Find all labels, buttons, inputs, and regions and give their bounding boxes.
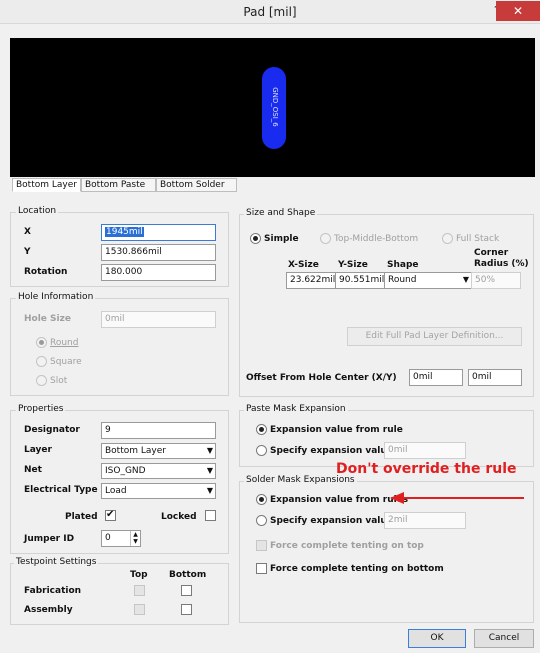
offset-x-field[interactable]: 0mil (409, 369, 463, 386)
tent-bottom-checkbox[interactable] (256, 563, 267, 574)
chevron-down-icon: ▼ (462, 275, 469, 284)
hole-size-field[interactable]: 0mil (101, 311, 216, 328)
full-stack-label: Full Stack (456, 234, 500, 244)
x-field[interactable]: 1945mil (101, 224, 216, 241)
net-select-value: ISO_GND (105, 466, 146, 476)
paste-specify-radio[interactable] (256, 445, 267, 456)
size-shape-title: Size and Shape (244, 208, 318, 219)
solder-specify-field[interactable]: 2mil (384, 512, 466, 529)
checkmark-icon: ✔ (106, 509, 115, 520)
hole-size-label: Hole Size (24, 314, 71, 324)
electrical-type-value: Load (105, 486, 127, 496)
location-title: Location (16, 206, 59, 217)
y-label: Y (24, 247, 31, 257)
shape-select[interactable]: Round ▼ (384, 272, 472, 289)
electrical-type-label: Electrical Type (24, 485, 98, 495)
annotation-text: Don't override the rule (336, 461, 517, 477)
tent-top-label: Force complete tenting on top (270, 541, 424, 551)
y-field[interactable]: 1530.866mil (101, 244, 216, 261)
solder-specify-radio[interactable] (256, 515, 267, 526)
properties-title: Properties (16, 404, 66, 415)
paste-specify-label: Specify expansion value (270, 446, 393, 456)
close-button[interactable]: ✕ (496, 1, 540, 21)
pad-net-label: GND_OSI_6 (271, 87, 279, 127)
simple-label: Simple (264, 234, 299, 244)
layer-label: Layer (24, 445, 52, 455)
testpoint-col-bottom: Bottom (169, 570, 207, 580)
designator-field[interactable]: 9 (101, 422, 216, 439)
locked-label: Locked (161, 512, 197, 522)
xsize-header: X-Size (288, 260, 319, 270)
hole-square-radio[interactable] (36, 356, 47, 367)
plated-checkbox[interactable]: ✔ (105, 509, 116, 521)
jumper-spinner[interactable]: ▲ ▼ (130, 531, 140, 546)
tab-bottom-paste[interactable]: Bottom Paste (81, 178, 156, 192)
jumper-id-label: Jumper ID (24, 534, 75, 544)
ok-button[interactable]: OK (408, 629, 466, 648)
cancel-button[interactable]: Cancel (474, 629, 534, 648)
chevron-down-icon: ▼ (206, 466, 213, 475)
hole-round-label: Round (50, 338, 79, 348)
corner-radius-field[interactable]: 50% (471, 272, 521, 289)
full-stack-radio[interactable] (442, 233, 453, 244)
assembly-top-checkbox[interactable] (134, 604, 145, 615)
spin-up-icon: ▲ (133, 531, 138, 538)
shape-select-value: Round (388, 275, 417, 285)
net-label: Net (24, 465, 42, 475)
chevron-down-icon: ▼ (206, 446, 213, 455)
corner-radius-header: Corner Radius (%) (474, 248, 529, 269)
spin-down-icon: ▼ (133, 538, 138, 545)
solder-rules-radio[interactable] (256, 494, 267, 505)
locked-checkbox[interactable] (205, 510, 216, 521)
x-field-value: 1945mil (105, 227, 144, 237)
assembly-bottom-checkbox[interactable] (181, 604, 192, 615)
tent-top-checkbox[interactable] (256, 540, 267, 551)
hole-round-radio[interactable] (36, 337, 47, 348)
electrical-type-select[interactable]: Load ▼ (101, 483, 216, 499)
rotation-label: Rotation (24, 267, 68, 277)
jumper-id-value: 0 (105, 533, 111, 543)
hole-info-title: Hole Information (16, 292, 96, 303)
layer-select[interactable]: Bottom Layer ▼ (101, 443, 216, 459)
shape-header: Shape (387, 260, 419, 270)
window-title: Pad [mil] (243, 5, 297, 19)
fabrication-bottom-checkbox[interactable] (181, 585, 192, 596)
simple-radio[interactable] (250, 233, 261, 244)
assembly-label: Assembly (24, 605, 73, 615)
testpoint-title: Testpoint Settings (14, 557, 99, 568)
layer-select-value: Bottom Layer (105, 446, 166, 456)
paste-rule-radio[interactable] (256, 424, 267, 435)
ysize-header: Y-Size (338, 260, 368, 270)
plated-label: Plated (65, 512, 98, 522)
rotation-field[interactable]: 180.000 (101, 264, 216, 281)
tab-bottom-solder[interactable]: Bottom Solder (156, 178, 237, 192)
hole-square-label: Square (50, 357, 82, 367)
designator-label: Designator (24, 425, 80, 435)
tab-bottom-layer[interactable]: Bottom Layer (12, 178, 81, 192)
fabrication-label: Fabrication (24, 586, 82, 596)
paste-specify-field[interactable]: 0mil (384, 442, 466, 459)
hole-slot-label: Slot (50, 376, 68, 386)
solder-specify-label: Specify expansion value (270, 516, 393, 526)
tmb-radio[interactable] (320, 233, 331, 244)
paste-mask-title: Paste Mask Expansion (244, 404, 348, 415)
tmb-label: Top-Middle-Bottom (334, 234, 419, 244)
testpoint-col-top: Top (130, 570, 148, 580)
fabrication-top-checkbox[interactable] (134, 585, 145, 596)
offset-y-field[interactable]: 0mil (468, 369, 522, 386)
xsize-field[interactable]: 23.622mil (286, 272, 336, 289)
annotation-arrow-icon (390, 492, 524, 504)
net-select[interactable]: ISO_GND ▼ (101, 463, 216, 479)
paste-rule-label: Expansion value from rule (270, 425, 403, 435)
x-label: X (24, 227, 31, 237)
chevron-down-icon: ▼ (206, 486, 213, 495)
edit-full-pad-layer-button[interactable]: Edit Full Pad Layer Definition... (347, 327, 522, 346)
ysize-field[interactable]: 90.551mil (335, 272, 385, 289)
tent-bottom-label: Force complete tenting on bottom (270, 564, 444, 574)
offset-label: Offset From Hole Center (X/Y) (246, 373, 397, 383)
hole-slot-radio[interactable] (36, 375, 47, 386)
